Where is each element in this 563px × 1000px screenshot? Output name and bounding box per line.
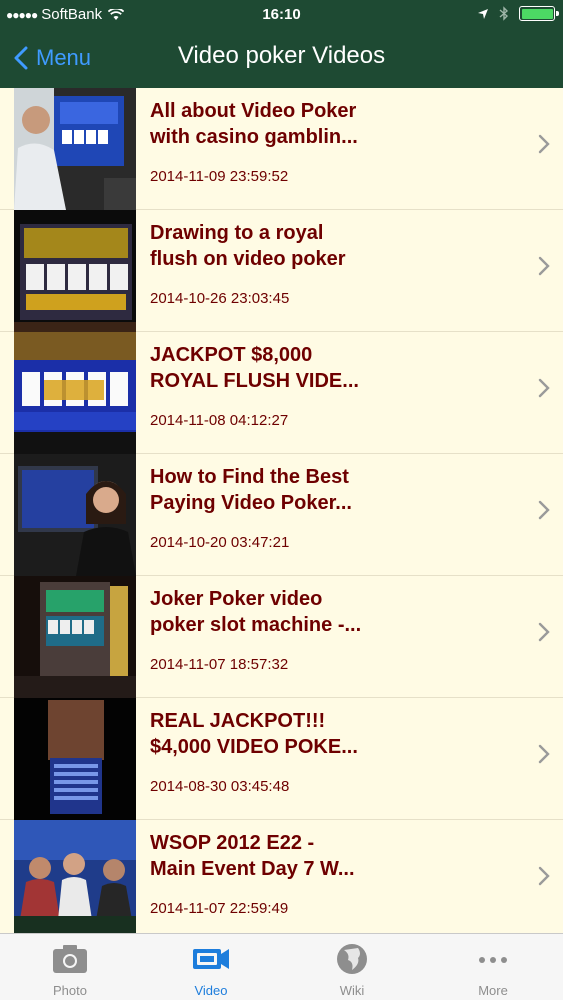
video-list: All about Video Poker with casino gamblin… <box>0 88 563 933</box>
chevron-right-icon <box>538 866 550 886</box>
video-title: JACKPOT $8,000 ROYAL FLUSH VIDE... <box>150 344 359 392</box>
video-title: How to Find the Best Paying Video Poker..… <box>150 466 352 514</box>
chevron-right-icon <box>538 134 550 154</box>
tab-video[interactable]: Video <box>141 934 281 1000</box>
more-dots-icon <box>479 957 507 963</box>
video-camera-icon <box>193 949 229 969</box>
video-thumbnail <box>14 820 136 933</box>
list-item[interactable]: JACKPOT $8,000 ROYAL FLUSH VIDE... 2014-1… <box>0 332 563 454</box>
video-date: 2014-10-26 23:03:45 <box>150 290 290 307</box>
navigation-bar: Menu Video poker Videos <box>0 30 563 88</box>
video-date: 2014-08-30 03:45:48 <box>150 778 290 795</box>
chevron-right-icon <box>538 622 550 642</box>
list-item[interactable]: WSOP 2012 E22 - Main Event Day 7 W... 201… <box>0 820 563 933</box>
video-thumbnail <box>14 698 136 820</box>
list-item[interactable]: Joker Poker video poker slot machine -...… <box>0 576 563 698</box>
tab-label: More <box>478 983 508 998</box>
video-date: 2014-11-07 22:59:49 <box>150 900 289 917</box>
video-thumbnail <box>14 454 136 576</box>
list-item[interactable]: REAL JACKPOT!!! $4,000 VIDEO POKE... 2014… <box>0 698 563 820</box>
chevron-right-icon <box>538 378 550 398</box>
location-arrow-icon <box>478 8 488 19</box>
video-date: 2014-11-07 18:57:32 <box>150 656 289 673</box>
video-title: Drawing to a royal flush on video poker <box>150 222 346 270</box>
list-item[interactable]: Drawing to a royal flush on video poker 2… <box>0 210 563 332</box>
page-title: Video poker Videos <box>177 42 386 69</box>
tab-more[interactable]: More <box>423 934 563 1000</box>
video-date: 2014-11-08 04:12:27 <box>150 412 289 429</box>
tab-label: Video <box>194 983 228 998</box>
video-date: 2014-10-20 03:47:21 <box>150 534 290 551</box>
battery-icon <box>519 6 559 21</box>
bluetooth-icon <box>499 6 509 21</box>
list-item[interactable]: All about Video Poker with casino gamblin… <box>0 88 563 210</box>
video-date: 2014-11-09 23:59:52 <box>150 168 289 185</box>
chevron-right-icon <box>538 256 550 276</box>
list-item[interactable]: How to Find the Best Paying Video Poker..… <box>0 454 563 576</box>
video-title: All about Video Poker with casino gamblin… <box>150 100 358 148</box>
tab-wiki[interactable]: Wiki <box>282 934 422 1000</box>
video-thumbnail <box>14 88 136 210</box>
top-bar: ●●●●● SoftBank 16:10 Menu Video poker Vi… <box>0 0 563 88</box>
status-bar: ●●●●● SoftBank 16:10 <box>0 0 563 30</box>
chevron-right-icon <box>538 744 550 764</box>
tab-label: Wiki <box>339 983 365 998</box>
globe-icon <box>337 944 367 974</box>
video-title: REAL JACKPOT!!! $4,000 VIDEO POKE... <box>150 710 358 758</box>
video-thumbnail <box>14 332 136 454</box>
chevron-right-icon <box>538 500 550 520</box>
tab-bar: Photo Video Wiki More <box>0 933 563 1000</box>
tab-label: Photo <box>53 983 87 998</box>
status-right <box>477 6 559 21</box>
video-title: WSOP 2012 E22 - Main Event Day 7 W... <box>150 832 355 880</box>
video-thumbnail <box>14 576 136 698</box>
camera-icon <box>53 945 87 973</box>
tab-photo[interactable]: Photo <box>0 934 140 1000</box>
video-thumbnail <box>14 210 136 332</box>
video-title: Joker Poker video poker slot machine -... <box>150 588 362 636</box>
